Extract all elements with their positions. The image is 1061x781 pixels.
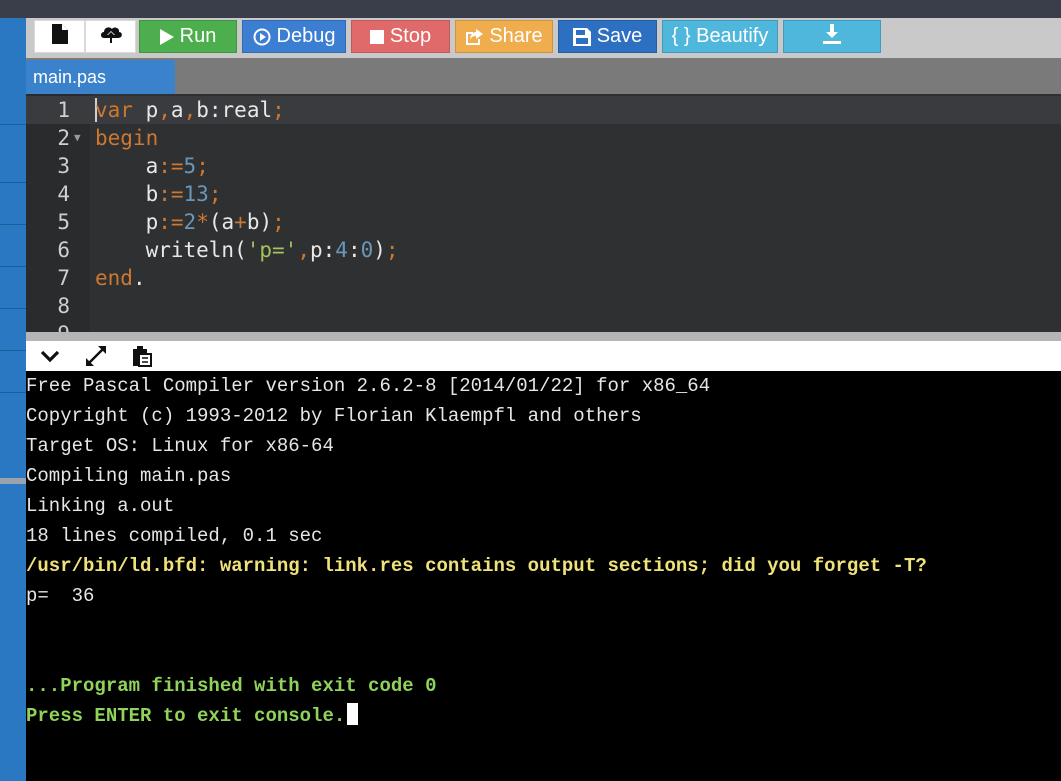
sidebar-divider xyxy=(0,124,26,125)
fold-arrow-icon[interactable]: ▼ xyxy=(74,124,81,152)
line-number: 6 xyxy=(57,238,70,262)
debug-button[interactable]: Debug xyxy=(242,20,346,53)
press-enter-text: Press ENTER to exit console. xyxy=(26,705,346,727)
download-button[interactable] xyxy=(783,20,881,53)
clipboard-icon[interactable] xyxy=(130,345,154,367)
play-icon xyxy=(159,28,174,45)
line-number: 5 xyxy=(57,210,70,234)
play-circle-icon xyxy=(253,28,271,46)
share-label: Share xyxy=(489,25,543,47)
code-text: end. xyxy=(95,266,146,290)
panel-splitter[interactable] xyxy=(26,332,1061,341)
console-line: Target OS: Linux for x86-64 xyxy=(26,435,334,457)
line-number: 4 xyxy=(57,182,70,206)
console-line: Copyright (c) 1993-2012 by Florian Klaem… xyxy=(26,405,642,427)
run-button[interactable]: Run xyxy=(139,20,237,53)
stop-label: Stop xyxy=(389,25,432,47)
new-file-button[interactable] xyxy=(34,20,85,53)
code-line[interactable]: 5 p:=2*(a+b); xyxy=(26,208,1061,236)
stop-icon xyxy=(369,29,384,44)
code-text: a:=5; xyxy=(145,154,209,178)
upload-cloud-icon xyxy=(99,24,123,50)
code-editor[interactable]: 1 var p,a,b:real; 2 ▼ begin 3 a:=5; 4 b:… xyxy=(26,94,1061,332)
line-number: 1 xyxy=(57,98,70,122)
expand-icon[interactable] xyxy=(84,345,108,367)
exit-status-line: ...Program finished with exit code 0 xyxy=(26,675,437,697)
console-line: 18 lines compiled, 0.1 sec xyxy=(26,525,323,547)
line-number: 9 xyxy=(26,320,70,332)
top-strip xyxy=(0,0,1061,18)
stop-button[interactable]: Stop xyxy=(351,20,450,53)
sidebar-divider xyxy=(0,392,26,393)
code-line[interactable]: 2 ▼ begin xyxy=(26,124,1061,152)
download-icon xyxy=(823,23,841,50)
sidebar-divider xyxy=(0,350,26,351)
main-toolbar: Run Debug Stop Share Save { } Beautify xyxy=(26,18,1061,58)
share-icon xyxy=(465,28,484,45)
sidebar-divider xyxy=(0,224,26,225)
program-output-line: p= 36 xyxy=(26,585,95,607)
save-button[interactable]: Save xyxy=(558,20,657,53)
console-line: Linking a.out xyxy=(26,495,175,517)
line-number: 2 xyxy=(57,126,70,150)
code-line[interactable]: 7 end. xyxy=(26,264,1061,292)
console-toolbar xyxy=(26,341,1061,371)
run-label: Run xyxy=(179,25,217,47)
code-line[interactable]: 3 a:=5; xyxy=(26,152,1061,180)
line-number: 8 xyxy=(57,294,70,318)
editor-tab-bar: main.pas xyxy=(26,58,1061,94)
sidebar-divider xyxy=(0,182,26,183)
file-icon xyxy=(51,23,68,50)
upload-button[interactable] xyxy=(85,20,136,53)
beautify-label: { } Beautify xyxy=(671,25,769,47)
code-line[interactable]: 1 var p,a,b:real; xyxy=(26,96,1061,124)
code-text: writeln('p=',p:4:0); xyxy=(145,238,399,262)
save-label: Save xyxy=(596,25,643,47)
left-sidebar xyxy=(0,18,26,781)
code-line[interactable]: 4 b:=13; xyxy=(26,180,1061,208)
sidebar-divider xyxy=(0,266,26,267)
floppy-disk-icon xyxy=(572,27,591,46)
line-number: 7 xyxy=(57,266,70,290)
code-line[interactable]: 6 writeln('p=',p:4:0); xyxy=(26,236,1061,264)
console-line: Compiling main.pas xyxy=(26,465,232,487)
console-line: Free Pascal Compiler version 2.6.2-8 [20… xyxy=(26,375,711,397)
console-warning-line: /usr/bin/ld.bfd: warning: link.res conta… xyxy=(26,555,927,577)
code-text: var p,a,b:real; xyxy=(95,98,285,122)
sidebar-handle[interactable] xyxy=(0,478,26,484)
share-button[interactable]: Share xyxy=(455,20,553,53)
code-text: b:=13; xyxy=(145,182,222,206)
beautify-button[interactable]: { } Beautify xyxy=(662,20,778,53)
code-text: p:=2*(a+b); xyxy=(145,210,285,234)
code-line[interactable]: 8 xyxy=(26,292,1061,320)
chevron-down-icon[interactable] xyxy=(38,345,62,367)
output-console[interactable]: Free Pascal Compiler version 2.6.2-8 [20… xyxy=(26,371,1061,781)
sidebar-divider xyxy=(0,308,26,309)
tab-main-pas[interactable]: main.pas xyxy=(26,60,175,94)
debug-label: Debug xyxy=(276,25,336,47)
code-text: begin xyxy=(95,126,159,150)
line-number: 3 xyxy=(57,154,70,178)
press-enter-prompt[interactable]: Press ENTER to exit console. xyxy=(26,701,359,731)
console-cursor xyxy=(347,703,359,725)
code-line[interactable]: 9 xyxy=(26,320,1061,332)
